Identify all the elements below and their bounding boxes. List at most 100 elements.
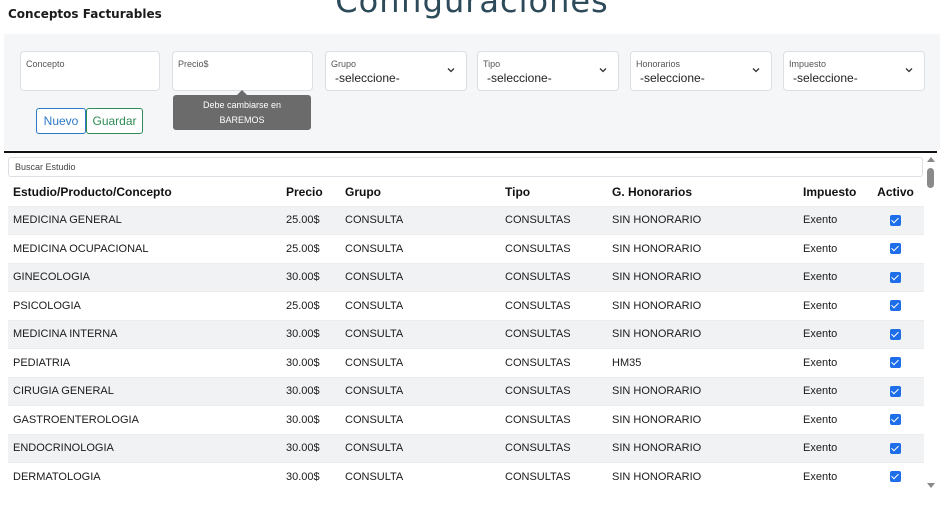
impuesto-value: -seleccione- [793,71,858,85]
cell-tipo: CONSULTAS [500,348,607,377]
cell-concepto: GINECOLOGIA [8,262,281,292]
cell-impuesto: Exento [798,405,867,434]
cell-grupo: CONSULTA [340,205,500,235]
honorarios-select[interactable]: Honorarios -seleccione- [630,51,772,91]
cell-precio: 30.00$ [281,405,340,434]
cell-tipo: CONSULTAS [500,462,607,491]
cell-honorarios: SIN HONORARIO [607,376,798,406]
cell-grupo: CONSULTA [340,262,500,292]
table-row[interactable]: GINECOLOGIA 30.00$ CONSULTA CONSULTAS SIN HO… [8,262,924,292]
section-title: Conceptos Facturables [8,7,162,21]
header-impuesto[interactable]: Impuesto [798,179,867,206]
cell-honorarios: SIN HONORARIO [607,205,798,235]
table-row[interactable]: DERMATOLOGIA 30.00$ CONSULTA CONSULTAS SIN H… [8,462,924,491]
cell-tipo: CONSULTAS [500,262,607,292]
table-row[interactable]: MEDICINA OCUPACIONAL 25.00$ CONSULTA CONSUL… [8,234,924,263]
cell-precio: 30.00$ [281,319,340,349]
checkbox-checked-icon[interactable] [890,442,901,454]
concepto-label: Concepto [26,59,65,69]
cell-activo [867,405,924,434]
concept-form: Concepto Precio$ Grupo -seleccione- Tipo… [4,34,940,150]
checkbox-checked-icon[interactable] [890,214,901,226]
cell-honorarios: SIN HONORARIO [607,462,798,491]
cell-activo [867,462,924,491]
precio-field[interactable]: Precio$ [172,51,313,91]
cell-concepto: PEDIATRIA [8,348,281,377]
cell-honorarios: SIN HONORARIO [607,291,798,320]
cell-grupo: CONSULTA [340,433,500,463]
table-header-row: Estudio/Producto/Concepto Precio Grupo T… [8,179,924,206]
impuesto-select[interactable]: Impuesto -seleccione- [783,51,925,91]
cell-honorarios: SIN HONORARIO [607,262,798,292]
table-row[interactable]: PEDIATRIA 30.00$ CONSULTA CONSULTAS HM35 Exen… [8,348,924,377]
cell-tipo: CONSULTAS [500,205,607,235]
checkbox-checked-icon[interactable] [890,300,901,312]
header-tipo[interactable]: Tipo [500,179,607,206]
precio-label: Precio$ [178,59,209,69]
cell-impuesto: Exento [798,319,867,349]
cell-concepto: MEDICINA GENERAL [8,205,281,235]
table-row[interactable]: ENDOCRINOLOGIA 30.00$ CONSULTA CONSULTAS SIN… [8,433,924,463]
cell-activo [867,205,924,235]
chevron-down-icon [447,68,455,73]
search-input[interactable] [8,157,923,177]
table-row[interactable]: MEDICINA INTERNA 30.00$ CONSULTA CONSULTAS S… [8,319,924,349]
checkbox-checked-icon[interactable] [890,414,901,426]
tipo-label: Tipo [483,59,501,69]
scroll-thumb[interactable] [927,168,934,188]
chevron-down-icon [905,68,913,73]
cell-concepto: MEDICINA OCUPACIONAL [8,234,281,263]
table-row[interactable]: GASTROENTEROLOGIA 30.00$ CONSULTA CONSULTAS… [8,405,924,434]
cell-honorarios: SIN HONORARIO [607,319,798,349]
header-concepto[interactable]: Estudio/Producto/Concepto [8,179,281,206]
cell-grupo: CONSULTA [340,348,500,377]
checkbox-checked-icon[interactable] [890,328,901,340]
cell-concepto: PSICOLOGIA [8,291,281,320]
concepto-field[interactable]: Concepto [20,51,160,91]
header-precio[interactable]: Precio [281,179,340,206]
table-row[interactable]: PSICOLOGIA 25.00$ CONSULTA CONSULTAS SIN HON… [8,291,924,320]
concepts-table: Estudio/Producto/Concepto Precio Grupo T… [8,179,924,491]
cell-grupo: CONSULTA [340,376,500,406]
header-honorarios[interactable]: G. Honorarios [607,179,798,206]
grupo-label: Grupo [331,59,357,69]
table-row[interactable]: MEDICINA GENERAL 25.00$ CONSULTA CONSULTAS S… [8,205,924,235]
cell-impuesto: Exento [798,433,867,463]
nuevo-button[interactable]: Nuevo [36,108,86,134]
cell-tipo: CONSULTAS [500,291,607,320]
cell-honorarios: SIN HONORARIO [607,433,798,463]
cell-honorarios: SIN HONORARIO [607,234,798,263]
scroll-up-arrow-icon[interactable] [927,157,935,162]
cell-precio: 30.00$ [281,462,340,491]
table-scrollbar[interactable] [926,155,936,491]
checkbox-checked-icon[interactable] [890,243,901,255]
cell-impuesto: Exento [798,348,867,377]
cell-precio: 25.00$ [281,205,340,235]
cell-activo [867,376,924,406]
tipo-select[interactable]: Tipo -seleccione- [477,51,619,91]
checkbox-checked-icon[interactable] [890,385,901,397]
cell-honorarios: HM35 [607,348,798,377]
cell-activo [867,433,924,463]
cell-tipo: CONSULTAS [500,405,607,434]
scroll-down-arrow-icon[interactable] [927,483,935,488]
checkbox-checked-icon[interactable] [890,471,901,483]
impuesto-label: Impuesto [789,59,827,69]
header-grupo[interactable]: Grupo [340,179,500,206]
divider [4,151,937,153]
tipo-value: -seleccione- [487,71,552,85]
cell-impuesto: Exento [798,291,867,320]
header-activo[interactable]: Activo [867,179,924,206]
table-row[interactable]: CIRUGIA GENERAL 30.00$ CONSULTA CONSULTAS SI… [8,376,924,406]
cell-activo [867,234,924,263]
cell-honorarios: SIN HONORARIO [607,405,798,434]
guardar-button[interactable]: Guardar [86,108,143,134]
honorarios-value: -seleccione- [640,71,705,85]
cell-precio: 30.00$ [281,433,340,463]
cell-concepto: CIRUGIA GENERAL [8,376,281,406]
grupo-select[interactable]: Grupo -seleccione- [325,51,467,91]
checkbox-checked-icon[interactable] [890,271,901,283]
cell-activo [867,291,924,320]
cell-grupo: CONSULTA [340,405,500,434]
checkbox-checked-icon[interactable] [890,357,901,369]
